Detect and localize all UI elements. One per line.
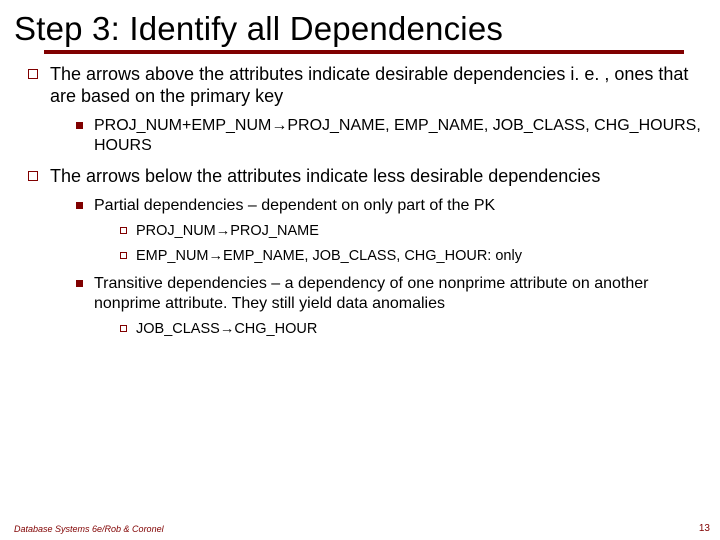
slide-title: Step 3: Identify all Dependencies: [14, 10, 706, 48]
subsub-text: EMP_NUM→EMP_NAME, JOB_CLASS, CHG_HOUR: o…: [136, 248, 522, 264]
bullet-text: The arrows below the attributes indicate…: [50, 166, 600, 186]
subsub-item: PROJ_NUM→PROJ_NAME: [116, 222, 706, 241]
subsub-item: EMP_NUM→EMP_NAME, JOB_CLASS, CHG_HOUR: o…: [116, 247, 706, 266]
slide: Step 3: Identify all Dependencies The ar…: [0, 0, 720, 540]
sub-text: PROJ_NUM+EMP_NUM→PROJ_NAME, EMP_NAME, JO…: [94, 117, 701, 154]
sub-item: Partial dependencies – dependent on only…: [72, 196, 706, 266]
sub-list: PROJ_NUM+EMP_NUM→PROJ_NAME, EMP_NAME, JO…: [50, 116, 706, 156]
bullet-list: The arrows above the attributes indicate…: [14, 64, 706, 338]
subsub-item: JOB_CLASS→CHG_HOUR: [116, 320, 706, 339]
title-rule: [44, 50, 684, 54]
subsub-text: PROJ_NUM→PROJ_NAME: [136, 223, 319, 239]
bullet-text: The arrows above the attributes indicate…: [50, 64, 688, 106]
bullet-item: The arrows above the attributes indicate…: [22, 64, 706, 156]
bullet-item: The arrows below the attributes indicate…: [22, 166, 706, 338]
sub-text: Partial dependencies – dependent on only…: [94, 197, 495, 214]
sub-text: Transitive dependencies – a dependency o…: [94, 275, 648, 312]
subsub-list: JOB_CLASS→CHG_HOUR: [94, 320, 706, 339]
sub-item: Transitive dependencies – a dependency o…: [72, 274, 706, 339]
subsub-text: JOB_CLASS→CHG_HOUR: [136, 321, 317, 337]
sub-item: PROJ_NUM+EMP_NUM→PROJ_NAME, EMP_NAME, JO…: [72, 116, 706, 156]
page-number: 13: [699, 523, 710, 534]
footer-text: Database Systems 6e/Rob & Coronel: [14, 524, 164, 534]
sub-list: Partial dependencies – dependent on only…: [50, 196, 706, 339]
subsub-list: PROJ_NUM→PROJ_NAME EMP_NUM→EMP_NAME, JOB…: [94, 222, 706, 266]
